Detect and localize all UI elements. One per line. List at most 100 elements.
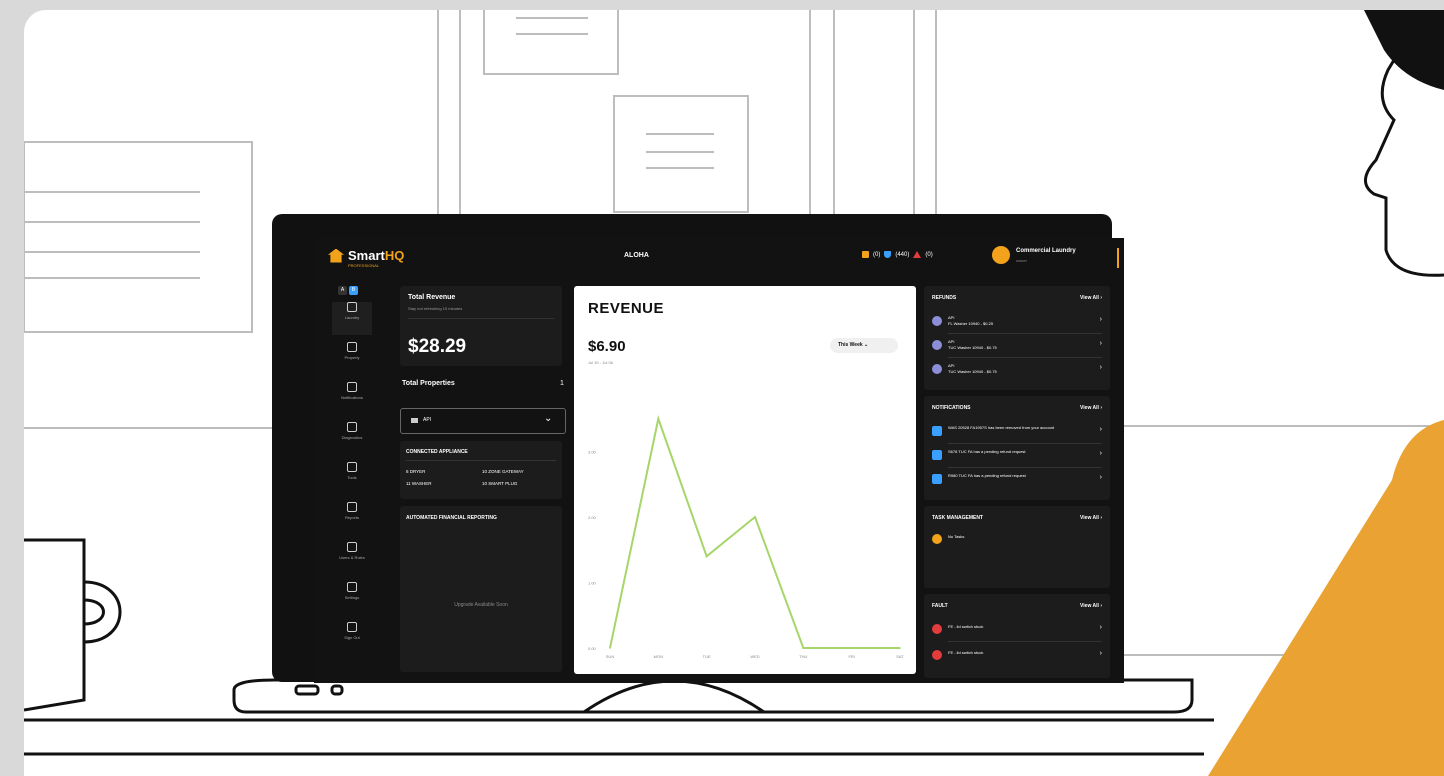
revenue-line: [609, 415, 900, 649]
bell-icon: [347, 382, 357, 392]
total-revenue-subtitle: Stay not refreshing 15 minutes: [408, 306, 463, 311]
notification-row[interactable]: WAS 20528 FA1957S has been removed from …: [932, 422, 1102, 444]
revenue-point: [754, 516, 756, 518]
sidebar-item-diagnostics[interactable]: Diagnostics: [332, 422, 372, 455]
total-properties-label: Total Properties: [402, 380, 455, 387]
revenue-panel: REVENUE $6.90 Jul 30 - Jul 06 This Week …: [574, 286, 916, 674]
sidebar-item-notifications[interactable]: Notifications: [332, 382, 372, 415]
brand-subtitle: PROFESSIONAL: [348, 263, 380, 268]
refund-row[interactable]: API TUC Washer 10940 - $0.75 ›: [932, 360, 1102, 382]
status-yellow-count: (0): [873, 251, 881, 258]
chevron-right-icon: ›: [1099, 624, 1102, 631]
y-tick-label: 3.00: [588, 450, 597, 455]
sidebar-item-property[interactable]: Property: [332, 342, 372, 375]
refund-icon: [932, 340, 942, 350]
logout-icon: [347, 622, 357, 632]
message-icon: [932, 474, 942, 484]
refunds-view-all[interactable]: View All ›: [1080, 295, 1102, 301]
notification-row[interactable]: R980 TUC FA has a pending refund request…: [932, 470, 1102, 492]
gear-icon: [347, 582, 357, 592]
top-bar: SmartHQ PROFESSIONAL ALOHA (0) (440) (0)…: [314, 238, 1124, 276]
revenue-point: [657, 417, 660, 420]
notification-row[interactable]: S678 TUC FA has a pending refund request…: [932, 446, 1102, 468]
x-tick-label: SAT: [896, 654, 904, 659]
location-title: ALOHA: [624, 252, 649, 259]
fault-icon: [932, 650, 942, 660]
fault-row[interactable]: FE - lid switch stuck ›: [932, 620, 1102, 642]
x-tick-label: WED: [750, 654, 759, 659]
sidebar-item-laundry[interactable]: Laundry: [332, 302, 372, 335]
users-icon: [347, 542, 357, 552]
divider: [408, 318, 554, 319]
chart-icon: [347, 502, 357, 512]
appliance-gateway: 10 ZONE GATEWAY: [482, 469, 524, 474]
sidebar-item-tools[interactable]: Tools: [332, 462, 372, 495]
chevron-right-icon: ›: [1099, 450, 1102, 457]
refunds-title: REFUNDS: [932, 295, 957, 301]
avatar[interactable]: [992, 246, 1010, 264]
task-row: No Tasks: [932, 530, 1102, 552]
fault-card: FAULT View All › FE - lid switch stuck › …: [924, 594, 1110, 678]
fault-title: FAULT: [932, 603, 948, 609]
chevron-right-icon: ›: [1099, 650, 1102, 657]
sidebar-item-reports[interactable]: Reports: [332, 502, 372, 535]
revenue-point: [609, 647, 611, 649]
financial-title: AUTOMATED FINANCIAL REPORTING: [406, 515, 497, 521]
x-tick-label: SUN: [606, 654, 615, 659]
refund-row[interactable]: API FL Washer 10940 - $0.25 ›: [932, 312, 1102, 334]
task-title: TASK MANAGEMENT: [932, 515, 984, 521]
building-icon: [347, 342, 357, 352]
sidebar-item-settings[interactable]: Settings: [332, 582, 372, 615]
refunds-card: REFUNDS View All › API FL Washer 10940 - …: [924, 286, 1110, 390]
y-tick-label: 1.00: [588, 581, 597, 586]
appliance-plug: 10 SMART PLUG: [482, 481, 518, 486]
chevron-right-icon: ›: [1099, 340, 1102, 347]
user-name[interactable]: Commercial Laundry: [1016, 248, 1076, 254]
chevron-right-icon: ›: [1099, 474, 1102, 481]
refund-row[interactable]: API TUC Washer 10940 - $0.75 ›: [932, 336, 1102, 358]
smarthq-logo[interactable]: SmartHQ: [328, 248, 404, 263]
house-icon: [328, 248, 344, 263]
total-revenue-value: $28.29: [408, 336, 467, 357]
sidebar-item-users[interactable]: Users & Roles: [332, 542, 372, 575]
message-icon: [932, 426, 942, 436]
revenue-point: [705, 555, 708, 558]
property-select[interactable]: API ⌄: [400, 408, 566, 434]
status-blue-count: (440): [895, 251, 910, 258]
toggle-right[interactable]: B: [349, 286, 358, 295]
divider: [406, 460, 556, 461]
total-revenue-card: Total Revenue Stay not refreshing 15 min…: [400, 286, 562, 366]
appliance-washer: 11 WASHER: [406, 481, 432, 486]
toggle-left[interactable]: A: [338, 286, 347, 295]
fault-row[interactable]: FE - lid switch stuck ›: [932, 646, 1102, 668]
refund-icon: [932, 364, 942, 374]
task-view-all[interactable]: View All ›: [1080, 515, 1102, 521]
notifications-title: NOTIFICATIONS: [932, 405, 971, 411]
chevron-right-icon: ›: [1099, 364, 1102, 371]
shield-icon: [884, 251, 892, 258]
task-management-card: TASK MANAGEMENT View All › No Tasks: [924, 506, 1110, 588]
fault-view-all[interactable]: View All ›: [1080, 603, 1102, 609]
view-toggle[interactable]: A B: [338, 286, 372, 295]
y-tick-label: 0.00: [588, 646, 597, 651]
chevron-right-icon: ›: [1099, 316, 1102, 323]
illustration-scene: SmartHQ PROFESSIONAL ALOHA (0) (440) (0)…: [24, 10, 1444, 776]
brand-smart: Smart: [348, 248, 385, 263]
appliance-dryer: 8 DRYER: [406, 469, 426, 474]
revenue-point: [802, 647, 805, 649]
sidebar-item-signout[interactable]: Sign Out: [332, 622, 372, 655]
tools-icon: [347, 462, 357, 472]
alert-icon: [862, 251, 869, 258]
user-role: owner: [1016, 258, 1027, 263]
notifications-view-all[interactable]: View All ›: [1080, 405, 1102, 411]
x-tick-label: TUE: [703, 654, 711, 659]
connected-title: CONNECTED APPLIANCE: [406, 449, 468, 455]
status-indicators[interactable]: (0) (440) (0): [862, 251, 933, 258]
x-tick-label: FRI: [848, 654, 854, 659]
fault-icon: [932, 624, 942, 634]
chevron-right-icon: ›: [1099, 426, 1102, 433]
laundry-icon: [347, 302, 357, 312]
revenue-chart: 0.00 1.00 2.00 3.00 SUN MON TUE WED THU FRI SAT: [588, 415, 904, 659]
x-tick-label: MON: [654, 654, 663, 659]
task-icon: [932, 534, 942, 544]
